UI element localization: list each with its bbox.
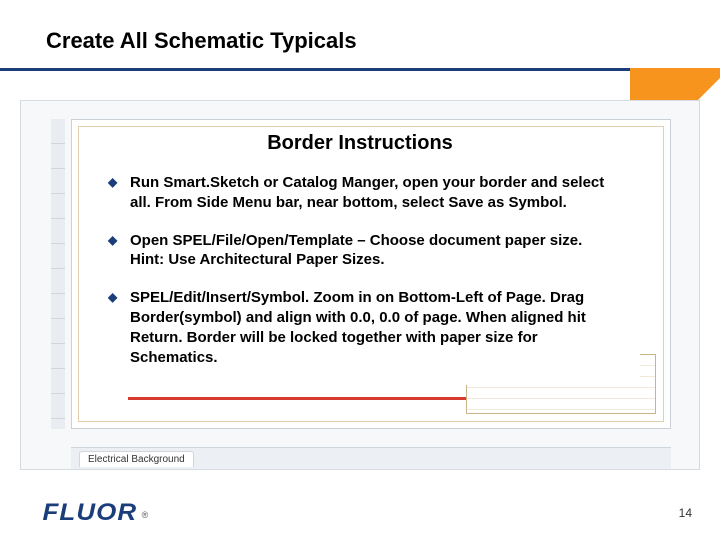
bullet-item: Open SPEL/File/Open/Template – Choose do… <box>108 231 620 271</box>
subheading: Border Instructions <box>80 132 640 155</box>
red-line <box>128 397 488 400</box>
footer: FLUOR ® 14 <box>0 486 720 540</box>
bullet-item: SPEL/Edit/Insert/Symbol. Zoom in on Bott… <box>108 288 620 367</box>
slide-title: Create All Schematic Typicals <box>46 28 720 54</box>
sheet-tabbar: Electrical Background <box>71 447 671 469</box>
page-number: 14 <box>679 506 692 520</box>
content-box: Border Instructions Run Smart.Sketch or … <box>80 132 640 385</box>
sheet-tab: Electrical Background <box>79 451 194 467</box>
ruler-left <box>51 119 65 429</box>
registered-mark: ® <box>142 510 149 520</box>
logo-text: FLUOR <box>42 499 137 527</box>
bullet-item: Run Smart.Sketch or Catalog Manger, open… <box>108 173 620 213</box>
fluor-logo: FLUOR ® <box>46 499 148 527</box>
slide: Create All Schematic Typicals Electrical… <box>0 0 720 540</box>
title-underline <box>0 68 632 71</box>
title-area: Create All Schematic Typicals <box>0 0 720 54</box>
bullet-list: Run Smart.Sketch or Catalog Manger, open… <box>80 173 640 367</box>
